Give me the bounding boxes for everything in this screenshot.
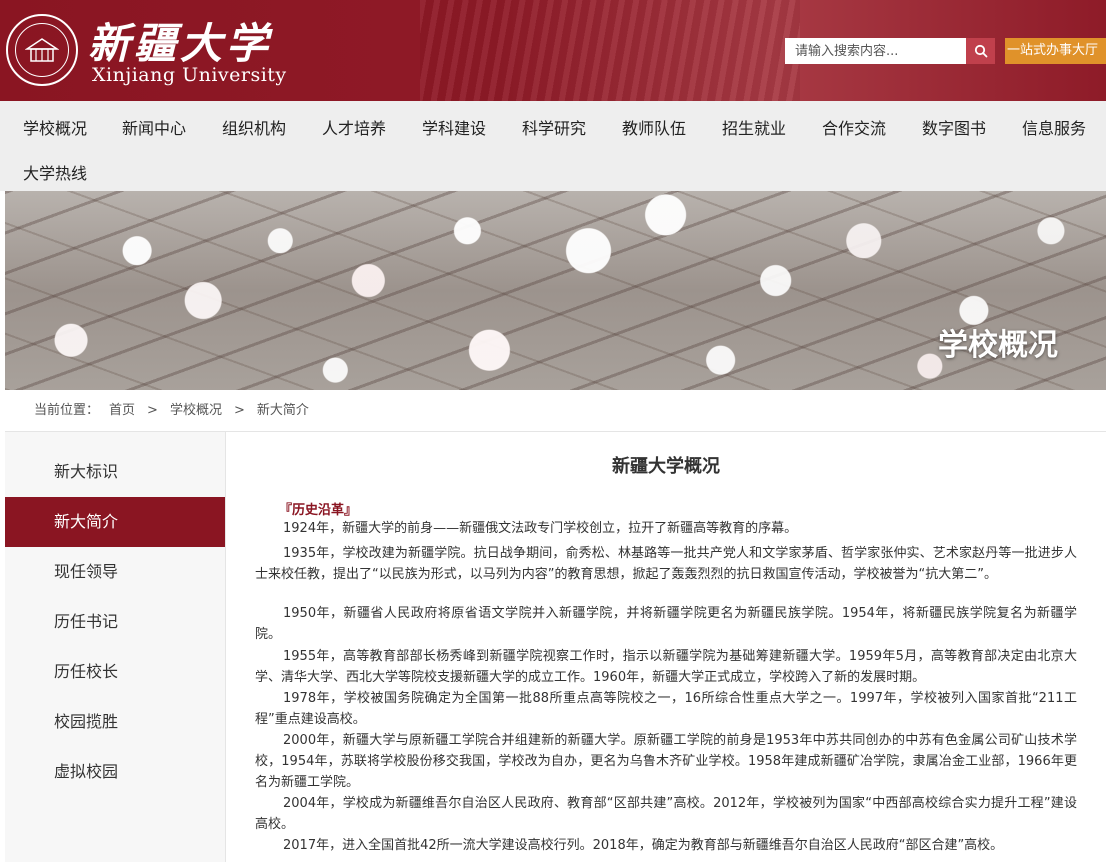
breadcrumb-separator: > xyxy=(233,403,245,418)
search-input[interactable] xyxy=(785,38,966,64)
university-emblem-icon[interactable] xyxy=(6,14,78,86)
paragraph: 1924年，新疆大学的前身——新疆俄文法政专门学校创立，拉开了新疆高等教育的序幕… xyxy=(283,521,798,536)
paragraph: 1950年，新疆省人民政府将原省语文学院并入新疆学院，并将新疆学院更名为新疆民族… xyxy=(255,606,1077,642)
nav-item-organization[interactable]: 组织机构 xyxy=(222,115,286,139)
search-button[interactable] xyxy=(966,38,995,64)
nav-item-faculty[interactable]: 教师队伍 xyxy=(622,115,686,139)
nav-item-digital-library[interactable]: 数字图书 xyxy=(922,115,986,139)
sidebar-item-campus-views[interactable]: 校园揽胜 xyxy=(5,697,225,747)
nav-item-discipline[interactable]: 学科建设 xyxy=(422,115,486,139)
breadcrumb-current: 新大简介 xyxy=(256,403,309,418)
sidebar-item-virtual-campus[interactable]: 虚拟校园 xyxy=(5,747,225,797)
paragraph: 1978年，学校被国务院确定为全国第一批88所重点高等院校之一，16所综合性重点… xyxy=(255,691,1077,727)
banner-image: 学校概况 xyxy=(5,191,1106,390)
sidebar-item-former-presidents[interactable]: 历任校长 xyxy=(5,647,225,697)
logo-chinese-name[interactable]: 新疆大学 xyxy=(88,10,272,71)
breadcrumb: 当前位置： 首页 > 学校概况 > 新大简介 xyxy=(5,390,1106,432)
breadcrumb-school-overview[interactable]: 学校概况 xyxy=(170,403,222,418)
site-header: 新疆大学 Xinjiang University 一站式办事大厅 xyxy=(0,0,1106,101)
sidebar-divider xyxy=(225,432,226,862)
breadcrumb-separator: > xyxy=(147,403,158,418)
paragraph: 1955年，高等教育部部长杨秀峰到新疆学院视察工作时，指示以新疆学院为基础筹建新… xyxy=(255,649,1077,685)
nav-item-info-services[interactable]: 信息服务 xyxy=(1022,115,1086,139)
sidebar-item-former-secretaries[interactable]: 历任书记 xyxy=(5,597,225,647)
nav-item-news-center[interactable]: 新闻中心 xyxy=(122,115,186,139)
paragraph: 2000年，新疆大学与原新疆工学院合并组建新的新疆大学。原新疆工学院的前身是19… xyxy=(255,733,1077,790)
main-nav: 学校概况 新闻中心 组织机构 人才培养 学科建设 科学研究 教师队伍 招生就业 … xyxy=(0,101,1106,191)
header-decoration xyxy=(420,0,800,101)
article-content: 新疆大学概况 『历史沿革』 1924年，新疆大学的前身——新疆俄文法政专门学校创… xyxy=(255,432,1077,862)
search-icon xyxy=(974,44,987,58)
paragraph: 2004年，学校成为新疆维吾尔自治区人民政府、教育部“区部共建”高校。2012年… xyxy=(255,796,1077,832)
sidebar-item-logo-identity[interactable]: 新大标识 xyxy=(5,447,225,497)
banner-title: 学校概况 xyxy=(938,328,1058,363)
nav-item-research[interactable]: 科学研究 xyxy=(522,115,586,139)
article-title: 新疆大学概况 xyxy=(612,456,720,477)
nav-item-cooperation[interactable]: 合作交流 xyxy=(822,115,886,139)
logo-english-name[interactable]: Xinjiang University xyxy=(92,64,287,86)
sidebar-item-introduction[interactable]: 新大简介 xyxy=(5,497,225,547)
nav-item-talent-training[interactable]: 人才培养 xyxy=(322,115,386,139)
paragraph: 2017年，进入全国首批42所一流大学建设高校行列。2018年，确定为教育部与新… xyxy=(283,838,1004,853)
one-stop-service-button[interactable]: 一站式办事大厅 xyxy=(1005,38,1106,64)
breadcrumb-home[interactable]: 首页 xyxy=(109,403,135,418)
breadcrumb-prefix: 当前位置： xyxy=(34,403,100,418)
sidebar-item-current-leaders[interactable]: 现任领导 xyxy=(5,547,225,597)
nav-item-school-overview[interactable]: 学校概况 xyxy=(23,115,87,139)
nav-item-hotline[interactable]: 大学热线 xyxy=(23,160,87,184)
section-heading: 『历史沿革』 xyxy=(279,503,358,518)
nav-item-admissions[interactable]: 招生就业 xyxy=(722,115,786,139)
paragraph: 1935年，学校改建为新疆学院。抗日战争期间，俞秀松、林基路等一批共产党人和文学… xyxy=(255,546,1077,582)
sidebar: 新大标识 新大简介 现任领导 历任书记 历任校长 校园揽胜 虚拟校园 xyxy=(5,432,225,862)
